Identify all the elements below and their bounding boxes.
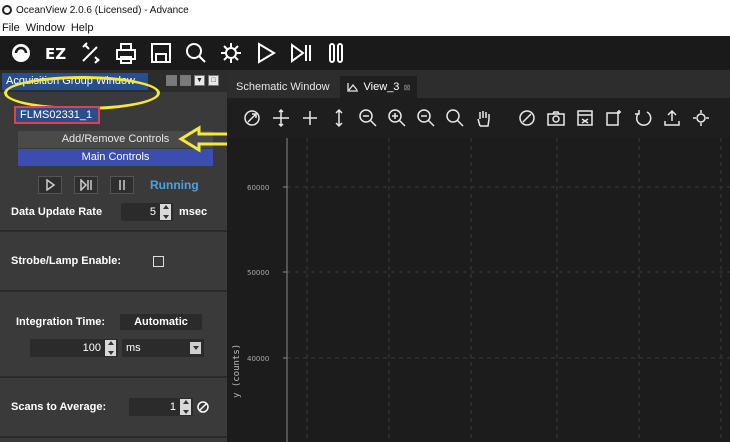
panel-next-icon[interactable] (180, 75, 191, 86)
tab-label: Schematic Window (236, 81, 330, 93)
spinner-icon[interactable] (180, 399, 191, 415)
integration-unit-value: ms (126, 342, 141, 354)
integration-time-value: 100 (82, 342, 101, 354)
view-tabs: Schematic Window View_3 ⊠ (227, 70, 730, 98)
strobe-row: Strobe/Lamp Enable: (0, 250, 227, 272)
divider (0, 436, 227, 438)
window-title: OceanView 2.0.6 (Licensed) - Advance (16, 4, 189, 16)
close-icon[interactable]: ⊠ (403, 83, 410, 92)
data-update-rate-input[interactable]: 5 (121, 203, 173, 221)
scans-to-average-label: Scans to Average: (11, 401, 107, 413)
tools-icon[interactable] (78, 40, 104, 66)
export-icon[interactable] (574, 107, 596, 129)
divider (0, 230, 227, 232)
plot-grid: 60000 50000 40000 (247, 138, 730, 442)
single-acquire-button[interactable] (74, 176, 98, 194)
integration-unit-select[interactable]: ms (122, 339, 204, 357)
data-update-rate-row: Data Update Rate 5 msec (0, 200, 227, 224)
ez-wizard-icon[interactable]: EZ (43, 40, 69, 66)
panel-window-buttons: ▼ □ (166, 75, 219, 86)
camera-icon[interactable] (545, 107, 567, 129)
main-controls-header[interactable]: Main Controls (18, 149, 213, 166)
status-running: Running (150, 178, 199, 192)
y-tick-label: 50000 (247, 269, 269, 277)
play-once-icon (80, 179, 92, 191)
pause-icon[interactable] (323, 40, 349, 66)
y-axis-label: y (counts) (232, 343, 242, 398)
settings-icon[interactable] (690, 107, 712, 129)
pan-icon[interactable] (270, 107, 292, 129)
strobe-label: Strobe/Lamp Enable: (11, 255, 122, 267)
panel-title[interactable]: Acquisition Group Window (2, 73, 148, 90)
pause-icon (119, 180, 125, 190)
zoom-icon[interactable] (444, 107, 466, 129)
graph-icon (346, 83, 358, 92)
acquisition-control-row: Running (0, 174, 227, 196)
y-tick-label: 40000 (247, 355, 269, 363)
menu-file[interactable]: File (2, 22, 20, 34)
graph-toolbar (227, 98, 730, 138)
settings-icon[interactable] (218, 40, 244, 66)
zoom-in-icon[interactable] (386, 107, 408, 129)
spinner-icon[interactable] (160, 204, 171, 220)
hand-icon[interactable] (473, 107, 495, 129)
divider (0, 376, 227, 378)
tab-schematic-window[interactable]: Schematic Window (229, 76, 337, 98)
tab-label: View_3 (363, 81, 400, 93)
save-icon[interactable] (148, 40, 174, 66)
device-tab[interactable]: FLMS02331_1 (14, 106, 100, 124)
disable-icon[interactable] (197, 401, 209, 413)
tab-view-3[interactable]: View_3 ⊠ (339, 76, 418, 98)
zoom-region-icon[interactable] (357, 107, 379, 129)
scans-to-average-input[interactable]: 1 (129, 398, 193, 416)
integration-mode-button[interactable]: Automatic (120, 314, 202, 330)
play-icon (46, 179, 56, 191)
strobe-checkbox[interactable] (153, 255, 164, 267)
window-title-bar: OceanView 2.0.6 (Licensed) - Advance (0, 0, 730, 20)
zoom-out-icon[interactable] (415, 107, 437, 129)
data-update-rate-unit: msec (179, 206, 208, 218)
panel-prev-icon[interactable] (166, 75, 177, 86)
main-toolbar: EZ (0, 36, 730, 70)
menu-bar: File Window Help (0, 20, 730, 36)
chevron-down-icon[interactable] (190, 342, 201, 354)
panel-maximize-icon[interactable]: □ (208, 75, 219, 86)
spectrum-plot[interactable]: 60000 50000 40000 y (counts) (227, 138, 730, 442)
oceanview-logo-icon[interactable] (8, 40, 34, 66)
svg-text:EZ: EZ (45, 45, 66, 63)
undo-icon[interactable] (632, 107, 654, 129)
data-update-rate-value: 5 (149, 206, 156, 218)
divider (0, 290, 227, 292)
pause-button[interactable] (110, 176, 134, 194)
y-tick-label: 60000 (247, 184, 269, 192)
move-icon[interactable] (299, 107, 321, 129)
integration-time-row: Integration Time: Automatic (0, 313, 227, 331)
zoom-icon[interactable] (183, 40, 209, 66)
peak-icon[interactable] (603, 107, 625, 129)
panel-header: Acquisition Group Window ▼ □ (0, 70, 227, 92)
print-icon[interactable] (113, 40, 139, 66)
vertical-scale-icon[interactable] (328, 107, 350, 129)
app-logo-icon (2, 5, 12, 15)
integration-time-input[interactable]: 100 (30, 339, 118, 357)
menu-help[interactable]: Help (71, 22, 94, 34)
play-once-icon[interactable] (288, 40, 314, 66)
scans-to-average-row: Scans to Average: 1 (0, 397, 227, 417)
scans-to-average-value: 1 (169, 401, 176, 413)
upload-icon[interactable] (661, 107, 683, 129)
integration-time-label: Integration Time: (16, 316, 106, 328)
panel-menu-icon[interactable]: ▼ (194, 75, 205, 86)
spinner-icon[interactable] (105, 340, 116, 356)
menu-window[interactable]: Window (26, 22, 65, 34)
data-update-rate-label: Data Update Rate (11, 206, 103, 218)
auto-scale-once-icon[interactable] (516, 107, 538, 129)
integration-value-row: 100 ms (30, 339, 204, 357)
play-icon[interactable] (253, 40, 279, 66)
add-remove-controls-button[interactable]: Add/Remove Controls (18, 131, 213, 148)
continuous-play-button[interactable] (38, 176, 62, 194)
auto-scale-icon[interactable] (241, 107, 263, 129)
